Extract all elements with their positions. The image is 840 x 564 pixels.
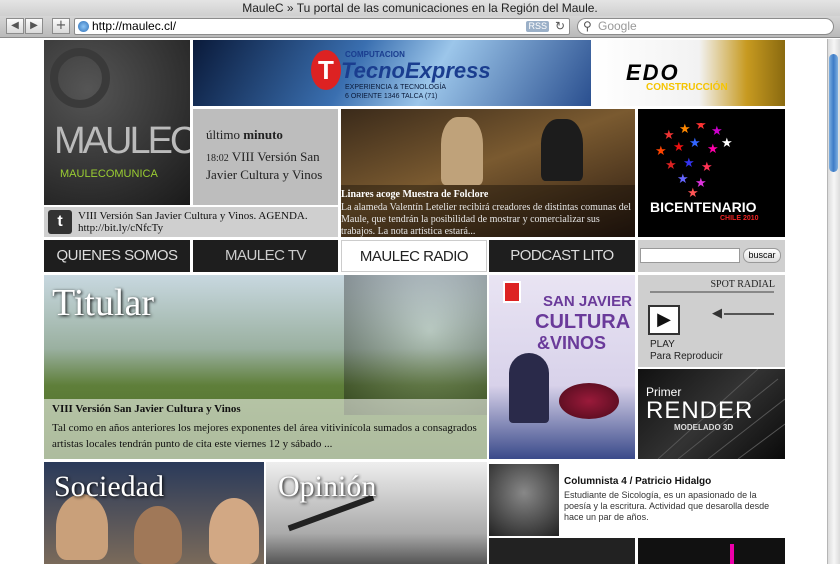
bottom-thumbnail-1[interactable] [489,538,635,564]
crest-icon [503,281,521,303]
logo-subtitle: MAULECOMUNICA [60,168,158,180]
twitter-icon: t [48,210,72,234]
sociedad-tile[interactable]: Sociedad [44,462,264,564]
wine-splash [559,383,619,419]
columnista-text: Estudiante de Sicología, es un apasionad… [564,490,770,522]
search-icon: ⚲ [583,19,592,33]
site-search: buscar [638,240,785,272]
browser-toolbar: ◀ ▶ + http://maulec.cl/ RSS ↻ ⚲ Google [0,16,840,38]
titular-title[interactable]: VIII Versión San Javier Cultura y Vinos [52,403,241,415]
svg-text:★: ★ [687,186,699,197]
svg-text:★: ★ [707,142,719,157]
globe-icon [78,21,89,32]
logo-tile[interactable]: MAULEC MAULECOMUNICA [44,40,190,205]
spot-radial-player: SPOT RADIAL ▶ ◀ PLAY Para Reproducir [638,275,785,367]
stars-logo-icon: ★ ★ ★ ★★ ★ ★ ★ ★ ★ ★ ★ ★ ★★ [655,123,733,197]
search-button[interactable]: buscar [743,248,781,263]
svg-text:★: ★ [689,136,701,151]
forward-icon[interactable]: ▶ [25,18,43,34]
titular-text: Tal como en años anteriores los mejores … [52,422,477,450]
sociedad-heading: Sociedad [54,470,164,503]
poster-line3: &VINOS [537,333,607,353]
spot-label: SPOT RADIAL [710,279,775,290]
columnist-photo [489,464,559,536]
scrollbar-thumb[interactable] [829,54,838,172]
menu-podcast-lito[interactable]: PODCAST LITO [489,240,635,272]
menu-quienes-somos[interactable]: QUIENES SOMOS [44,240,190,272]
neon-figure-shape [730,544,734,564]
poster-figure [509,353,549,423]
bicentenario-title: BICENTENARIO [650,199,757,215]
wine-glass-shape [344,275,487,415]
edo-banner[interactable]: EDO CONSTRUCCIÓN [594,40,785,106]
tecnoexpress-logo-icon: T [311,50,341,90]
svg-text:★: ★ [721,136,733,151]
menu-maulec-radio[interactable]: MAULEC RADIO [341,240,487,272]
opinion-heading: Opinión [278,470,377,503]
back-icon[interactable]: ◀ [6,18,24,34]
render-sub: MODELADO 3D [674,423,734,432]
banner-name: TecnoExpress [341,58,491,83]
site-search-input[interactable] [640,248,740,263]
musician-figure [541,119,583,181]
twitter-box[interactable]: t VIII Versión San Javier Cultura y Vino… [44,207,338,237]
svg-text:★: ★ [683,156,695,171]
folclore-text: La alameda Valentín Letelier recibirá cr… [341,202,631,237]
render-tile[interactable]: Primer RENDER MODELADO 3D [638,369,785,459]
opinion-tile[interactable]: Opinión [266,462,487,564]
volume-slider[interactable] [724,313,774,315]
bottom-thumbnail-2[interactable] [638,538,785,564]
folclore-title[interactable]: Linares acoge Muestra de Folclore [341,189,488,200]
san-javier-poster[interactable]: SAN JAVIER CULTURA &VINOS [489,275,635,459]
svg-text:★: ★ [665,158,677,173]
person-photo-3 [209,498,259,564]
logo-circle [50,48,110,108]
poster-line1: SAN JAVIER [543,293,632,310]
twitter-text: VIII Versión San Javier Cultura y Vinos.… [78,210,308,234]
add-bookmark-icon[interactable]: + [52,18,70,34]
search-placeholder: Google [598,19,637,33]
play-sub: Para Reproducir [650,351,723,362]
titular-tile[interactable]: Titular VIII Versión San Javier Cultura … [44,275,487,459]
poster-line2: CULTURA [535,311,631,333]
folclore-tile[interactable]: Linares acoge Muestra de Folclore La ala… [341,109,635,237]
svg-text:★: ★ [695,123,707,133]
svg-text:★: ★ [673,140,685,155]
edo-sub: CONSTRUCCIÓN [646,82,728,93]
svg-text:★: ★ [655,144,667,159]
menu-maulec-tv[interactable]: MAULEC TV [193,240,338,272]
window-title: MauleC » Tu portal de las comunicaciones… [0,0,840,16]
ultimo-time: 18:02 [206,153,229,164]
play-icon[interactable]: ▶ [648,305,680,335]
titular-heading: Titular [52,282,155,324]
person-photo-2 [134,506,182,564]
rss-badge[interactable]: RSS [526,21,549,32]
banner-line1: EXPERIENCIA & TECNOLOGÍA [345,84,447,91]
ultimo-minuto-box[interactable]: último minuto 18:02 VIII Versión San Jav… [193,109,338,205]
render-name: RENDER [646,397,754,424]
search-field[interactable]: ⚲ Google [577,18,834,35]
reload-icon[interactable]: ↻ [555,19,565,34]
svg-text:★: ★ [677,172,689,187]
url-text: http://maulec.cl/ [92,19,177,33]
svg-text:★: ★ [701,160,713,175]
performer-figure [441,117,483,185]
bicentenario-sub: CHILE 2010 [720,215,759,222]
progress-track[interactable] [650,291,774,293]
tecnoexpress-banner[interactable]: T COMPUTACION TecnoExpress EXPERIENCIA &… [193,40,591,106]
svg-text:★: ★ [679,123,691,137]
volume-icon: ◀ [712,306,722,321]
minuto-label: minuto [243,127,283,142]
columnista-box[interactable]: Columnista 4 / Patricio Hidalgo Estudian… [489,462,785,536]
address-bar[interactable]: http://maulec.cl/ RSS ↻ [74,18,570,35]
columnista-title[interactable]: Columnista 4 / Patricio Hidalgo [564,476,711,487]
ultimo-label: último [206,127,240,142]
bicentenario-tile[interactable]: ★ ★ ★ ★ ★ ★ ★ ★ ★ ★ ★ ★ ★ ★ ★ BICENTENARIO CHILE 2… [638,109,785,237]
logo-text: MAULEC [54,120,190,162]
play-label: PLAY [650,339,675,350]
banner-line2: 6 ORIENTE 1346 TALCA (71) [345,93,438,100]
